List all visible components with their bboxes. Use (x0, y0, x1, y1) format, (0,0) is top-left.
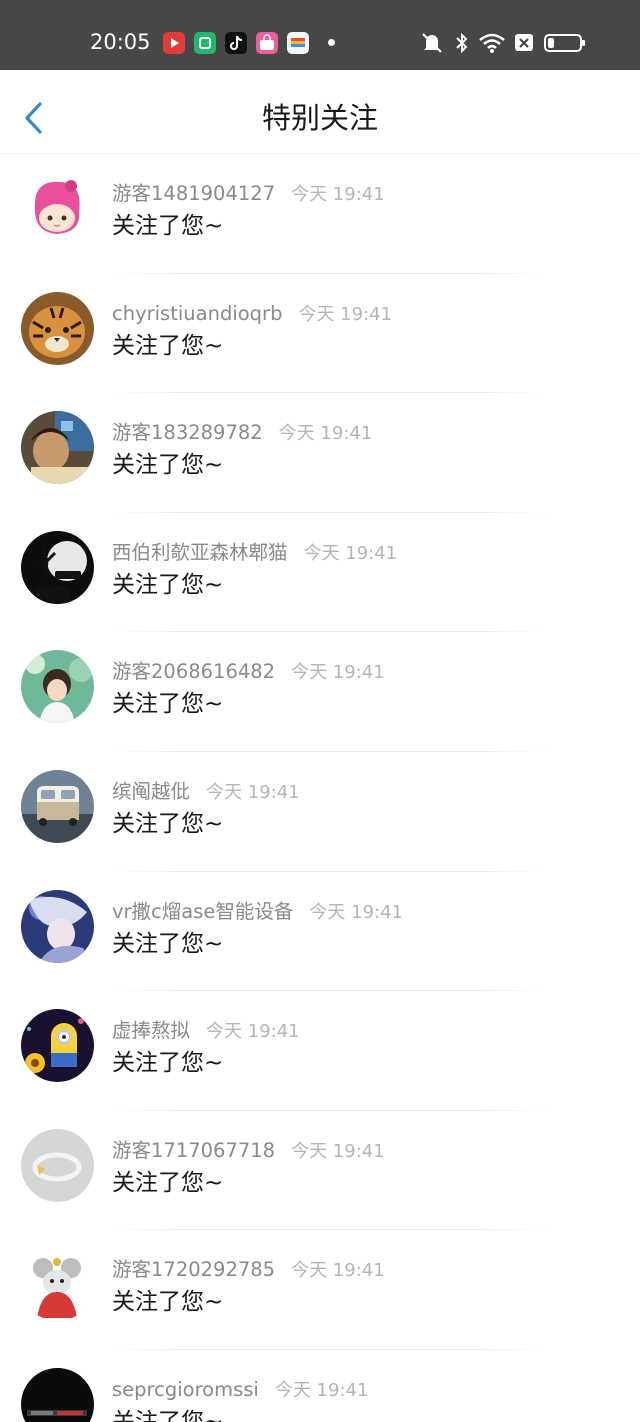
time-stamp: 今天 19:41 (291, 662, 385, 684)
list-item[interactable]: 游客1481904127 今天 19:41 关注了您~ (0, 154, 640, 274)
user-name: 游客183289782 (112, 421, 263, 445)
user-name: vr撒c熘ase智能设备 (112, 899, 294, 923)
tiger-avatar[interactable] (21, 291, 94, 365)
message-text: 关注了您~ (112, 691, 224, 718)
user-name: 游客2068616482 (112, 660, 276, 684)
list-item[interactable]: 缤阄越仳 今天 19:41 关注了您~ (0, 752, 640, 872)
time-stamp: 今天 19:41 (291, 184, 385, 205)
list-item[interactable]: seprcgioromssi 今天 19:41 关注了您~ (0, 1350, 640, 1422)
message-text: 关注了您~ (112, 1408, 224, 1422)
list-item[interactable]: 游客2068616482 今天 19:41 关注了您~ (0, 632, 640, 752)
row-head: 缤阄越仳 今天 19:41 (112, 778, 300, 807)
list-item[interactable]: 游客1720292785 今天 19:41 关注了您~ (0, 1230, 640, 1350)
time-stamp: 今天 19:41 (291, 1260, 385, 1282)
user-name: 游客1720292785 (112, 1258, 276, 1282)
girl-photo-avatar[interactable] (21, 650, 94, 724)
status-time: 20:05 (90, 30, 151, 54)
list-item[interactable]: 游客1717067718 今天 19:41 关注了您~ (0, 1111, 640, 1231)
user-name: 缤阄越仳 (112, 779, 191, 803)
user-name: chyristiuandioqrb (112, 301, 283, 325)
time-stamp: 今天 19:41 (274, 1379, 369, 1401)
green-app-icon (194, 32, 216, 54)
anime-art-avatar[interactable] (21, 889, 94, 963)
message-text: 关注了您~ (112, 1169, 224, 1196)
list-item[interactable]: chyristiuandioqrb 今天 19:41 关注了您~ (0, 274, 640, 394)
time-stamp: 今天 19:41 (303, 542, 398, 564)
row-head: 虚捧熬拟 今天 19:41 (112, 1017, 300, 1046)
wallet-app-icon (287, 32, 309, 54)
message-text: 关注了您~ (112, 810, 224, 837)
message-text: 关注了您~ (112, 1050, 224, 1077)
cartoon-mouse-avatar[interactable] (21, 1248, 94, 1322)
message-text: 关注了您~ (112, 452, 224, 479)
mute-vibrate-icon (422, 33, 442, 53)
ring-avatar[interactable] (21, 1128, 94, 1202)
shop-app-icon (256, 32, 278, 54)
row-head: chyristiuandioqrb 今天 19:41 (112, 300, 392, 329)
list-item[interactable]: 虚捧熬拟 今天 19:41 关注了您~ (0, 991, 640, 1111)
anime-girl-avatar[interactable] (21, 172, 94, 245)
bluetooth-icon (456, 32, 468, 54)
row-head: 游客183289782 今天 19:41 (112, 419, 372, 448)
row-head: 游客1717067718 今天 19:41 (112, 1137, 385, 1166)
tiktok-app-icon (225, 32, 247, 54)
vw-bus-avatar[interactable] (21, 769, 94, 843)
boy-photo-avatar[interactable] (21, 411, 94, 485)
row-head: 西伯利欹亚森林郫猫 今天 19:41 (112, 539, 397, 568)
message-text: 关注了您~ (112, 332, 224, 359)
row-head: 游客1720292785 今天 19:41 (112, 1256, 385, 1285)
list-item[interactable]: vr撒c熘ase智能设备 今天 19:41 关注了您~ (0, 872, 640, 992)
time-stamp: 今天 19:41 (206, 781, 300, 803)
video-app-icon (163, 32, 185, 54)
no-sim-icon (515, 34, 533, 51)
follow-list: 游客1481904127 今天 19:41 关注了您~ chyristiuandi… (0, 154, 640, 1422)
row-head: seprcgioromssi 今天 19:41 (112, 1376, 368, 1405)
time-stamp: 今天 19:41 (206, 1021, 300, 1043)
message-text: 关注了您~ (112, 213, 224, 239)
time-stamp: 今天 19:41 (309, 901, 403, 923)
minion-avatar[interactable] (21, 1009, 94, 1083)
dark-text-avatar[interactable] (21, 1367, 94, 1422)
halloween-avatar[interactable] (21, 530, 94, 604)
status-bar: 20:05 (0, 0, 640, 70)
list-item[interactable]: 游客183289782 今天 19:41 关注了您~ (0, 393, 640, 513)
user-name: 虚捧熬拟 (112, 1019, 191, 1043)
wifi-icon (479, 33, 505, 53)
user-name: seprcgioromssi (112, 1377, 259, 1401)
time-stamp: 今天 19:41 (298, 303, 393, 325)
battery-icon (544, 34, 585, 52)
message-text: 关注了您~ (112, 571, 224, 598)
time-stamp: 今天 19:41 (291, 1140, 385, 1162)
row-head: 游客1481904127 今天 19:41 (112, 180, 385, 209)
user-name: 游客1717067718 (112, 1138, 276, 1162)
row-head: vr撒c熘ase智能设备 今天 19:41 (112, 898, 403, 927)
message-text: 关注了您~ (112, 930, 224, 957)
user-name: 西伯利欹亚森林郫猫 (112, 540, 288, 564)
row-head: 游客2068616482 今天 19:41 (112, 658, 385, 687)
time-stamp: 今天 19:41 (278, 423, 373, 445)
nav-bar: 特别关注 (0, 70, 640, 154)
page-title: 特别关注 (261, 101, 378, 135)
notification-dot (328, 39, 335, 46)
message-text: 关注了您~ (112, 1289, 224, 1316)
user-name: 游客1481904127 (112, 182, 276, 205)
list-item[interactable]: 西伯利欹亚森林郫猫 今天 19:41 关注了您~ (0, 513, 640, 633)
